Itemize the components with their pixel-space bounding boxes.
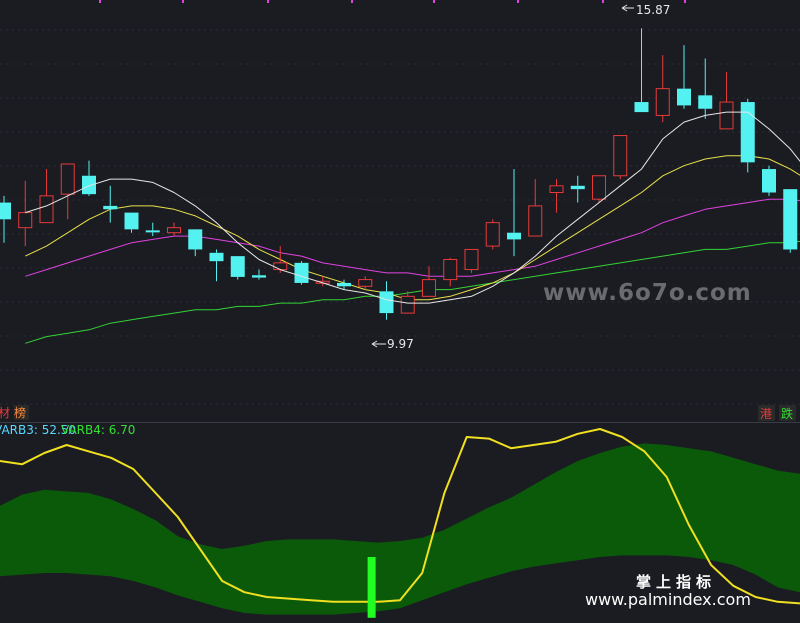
watermark-text: www.6o7o.com [543, 280, 752, 306]
indicator-bar-value [367, 557, 376, 618]
candle [103, 185, 118, 223]
candle-body-up [18, 212, 33, 229]
candle [549, 179, 564, 213]
candle-body-down [507, 232, 521, 240]
candle-body-up [400, 295, 415, 314]
low-price-label: 9.97 [387, 337, 414, 351]
candle-body-down [294, 262, 309, 283]
candle [740, 98, 755, 173]
candle [124, 212, 139, 233]
candle-body-down [698, 95, 713, 109]
ma-magenta-path [25, 198, 800, 277]
high-price-label: 15.87 [636, 3, 670, 17]
candle [422, 266, 436, 297]
candle [677, 45, 691, 109]
candle [18, 180, 33, 247]
candle [273, 246, 288, 273]
tag-bang: 榜 [14, 405, 26, 420]
candle-body-down [677, 88, 691, 106]
tag-gang: 港 [760, 407, 772, 421]
candle-body-down [379, 291, 394, 314]
candle-body-up [167, 227, 181, 234]
candle [230, 256, 245, 280]
left-tags: 材 榜 [0, 405, 29, 420]
candle-body-up [528, 205, 543, 237]
candle [634, 28, 649, 113]
candlesticks [0, 28, 798, 320]
candle-body-down [188, 229, 203, 250]
candle-body-down [209, 252, 224, 262]
ma-white-line [25, 111, 800, 304]
candle-body-down [337, 282, 351, 287]
candle [0, 195, 11, 243]
high-annotation: 15.87 [621, 3, 670, 17]
candle-body-up [464, 248, 479, 271]
candle-body-down [230, 256, 245, 277]
candle [613, 135, 628, 180]
candle-body-down [762, 169, 776, 193]
stock-chart: 15.87 9.97 www.6o7o.com 材 榜 港 跌 VARB3: 5… [0, 0, 800, 618]
candle-body-down [570, 185, 585, 190]
top-markers [99, 0, 686, 3]
candle [60, 163, 75, 220]
indicator-panel: VARB3: 52.50 VARB4: 6.70 掌上指标 www.palmin… [0, 423, 800, 618]
candle-body-up [422, 279, 436, 297]
candle-body-up [60, 163, 75, 195]
candle [294, 261, 309, 285]
legend-varb4: VARB4: 6.70 [61, 423, 135, 437]
candle-body-up [485, 222, 500, 247]
candle-body-down [740, 102, 755, 163]
candle [762, 165, 776, 196]
candle-body-up [273, 262, 288, 271]
candle [188, 229, 203, 257]
candle-body-down [103, 205, 118, 210]
ma-yellow-line [25, 155, 800, 301]
indicator-legend: VARB3: 52.50 VARB4: 6.70 [0, 423, 135, 437]
candle-body-down [0, 202, 11, 220]
tag-cai: 材 [0, 406, 10, 420]
right-tags: 港 跌 [758, 405, 796, 421]
price-panel: 15.87 9.97 www.6o7o.com 材 榜 港 跌 [0, 0, 800, 421]
candle-body-up [39, 195, 54, 224]
candle-body-up [443, 259, 458, 281]
candle-body-down [145, 230, 160, 233]
candle-body-up [358, 279, 373, 287]
candle [655, 55, 670, 123]
candle-body-down [124, 212, 139, 230]
candle [783, 189, 798, 253]
candle [528, 179, 543, 237]
ma-magenta-line [25, 198, 800, 277]
candle-body-up [655, 88, 670, 116]
candle-body-up [549, 185, 564, 194]
candle [443, 257, 458, 287]
candle [464, 248, 479, 273]
indicator-bar [367, 557, 376, 618]
candle [570, 175, 585, 203]
candle-body-up [613, 135, 628, 177]
ma-yellow-path [25, 155, 800, 301]
candle-body-down [634, 102, 649, 113]
candle [507, 169, 521, 257]
low-annotation: 9.97 [371, 337, 414, 351]
candle [719, 71, 734, 130]
ma-white-path [25, 111, 800, 304]
candle-body-up [719, 101, 734, 130]
candle [209, 249, 224, 282]
candle [39, 169, 54, 224]
brand-title: 掌上指标 [636, 573, 716, 591]
tag-die: 跌 [781, 406, 793, 421]
candle [485, 219, 500, 250]
candle [698, 58, 713, 119]
brand-url: www.palmindex.com [585, 590, 751, 609]
candle-body-down [783, 189, 798, 250]
candle-body-down [252, 275, 266, 278]
candle [252, 269, 266, 280]
candle-body-down [82, 175, 96, 195]
candle-body-up [592, 175, 606, 200]
